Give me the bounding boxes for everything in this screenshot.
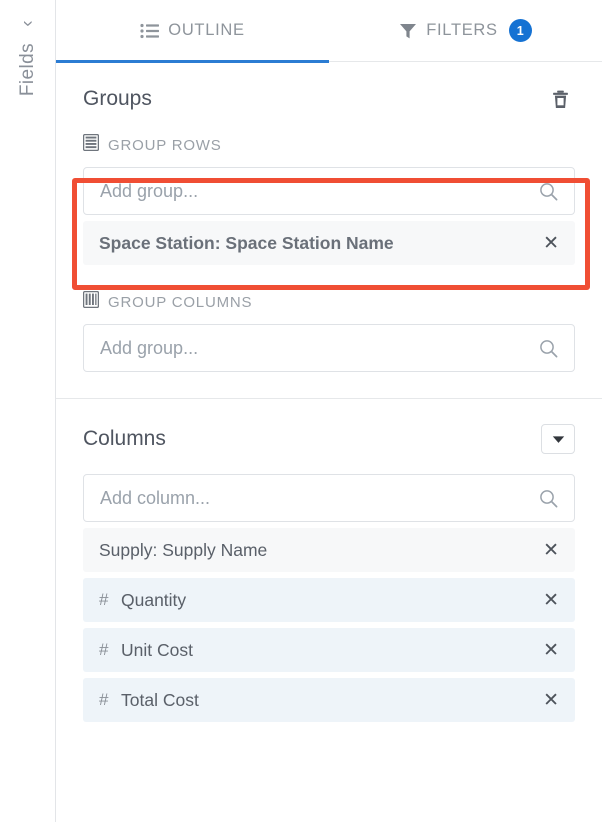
column-chip[interactable]: Supply: Supply Name ✕ bbox=[83, 528, 575, 572]
list-outline-icon bbox=[140, 23, 160, 39]
search-icon bbox=[539, 182, 558, 201]
tab-outline[interactable]: OUTLINE bbox=[56, 0, 329, 63]
group-rows-header: GROUP ROWS bbox=[82, 133, 575, 156]
groups-section: Groups GROUP ROWS Add group... Space Sta… bbox=[56, 62, 602, 398]
column-chip[interactable]: # Quantity ✕ bbox=[83, 578, 575, 622]
caret-down-icon bbox=[552, 432, 565, 447]
group-columns-add-input[interactable]: Add group... bbox=[83, 324, 575, 372]
group-columns-add-placeholder: Add group... bbox=[100, 337, 199, 358]
close-icon[interactable]: ✕ bbox=[535, 641, 559, 660]
close-icon[interactable]: ✕ bbox=[535, 591, 559, 610]
column-chip-label: Total Cost bbox=[121, 689, 199, 710]
chevron-right-icon[interactable]: › bbox=[17, 20, 38, 26]
column-chip-label: Unit Cost bbox=[121, 639, 193, 660]
group-columns-header: GROUP COLUMNS bbox=[82, 290, 575, 313]
close-icon[interactable]: ✕ bbox=[535, 234, 559, 253]
group-rows-chip[interactable]: Space Station: Space Station Name ✕ bbox=[83, 221, 575, 265]
columns-add-input[interactable]: Add column... bbox=[83, 474, 575, 522]
funnel-filter-icon bbox=[399, 22, 417, 40]
columns-icon bbox=[82, 290, 100, 313]
columns-section: Columns Add column... Supply: Supply Nam… bbox=[56, 399, 602, 722]
tab-filters-label: FILTERS bbox=[426, 21, 498, 39]
columns-menu-button[interactable] bbox=[541, 424, 575, 454]
groups-header: Groups bbox=[83, 84, 575, 114]
numeric-type-icon: # bbox=[99, 690, 109, 709]
rows-icon bbox=[82, 133, 100, 156]
columns-title: Columns bbox=[83, 427, 166, 450]
group-rows-chip-label: Space Station: Space Station Name bbox=[99, 232, 394, 253]
tab-filters[interactable]: FILTERS 1 bbox=[329, 0, 602, 62]
group-rows-add-placeholder: Add group... bbox=[100, 180, 199, 201]
groups-title: Groups bbox=[83, 87, 152, 110]
column-chip[interactable]: # Total Cost ✕ bbox=[83, 678, 575, 722]
tab-bar: OUTLINE FILTERS 1 bbox=[56, 0, 602, 63]
search-icon bbox=[539, 489, 558, 508]
group-rows-stack: Add group... Space Station: Space Statio… bbox=[83, 167, 575, 265]
columns-add-placeholder: Add column... bbox=[100, 487, 211, 508]
fields-rail-label: Fields bbox=[17, 43, 38, 97]
fields-outline-panel: › Fields OUTLINE FILTERS 1 Groups GROUP … bbox=[0, 0, 602, 822]
columns-header: Columns bbox=[83, 424, 575, 454]
column-chip-label: Supply: Supply Name bbox=[99, 539, 268, 560]
close-icon[interactable]: ✕ bbox=[535, 541, 559, 560]
panel-body: Groups GROUP ROWS Add group... Space Sta… bbox=[56, 62, 602, 822]
group-rows-add-input[interactable]: Add group... bbox=[83, 167, 575, 215]
filters-count-badge: 1 bbox=[508, 19, 532, 42]
group-columns-label: GROUP COLUMNS bbox=[108, 293, 253, 311]
panel: OUTLINE FILTERS 1 Groups GROUP ROWS Add … bbox=[56, 0, 602, 822]
numeric-type-icon: # bbox=[99, 640, 109, 659]
numeric-type-icon: # bbox=[99, 590, 109, 609]
fields-rail[interactable]: › Fields bbox=[0, 0, 56, 822]
trash-icon[interactable] bbox=[545, 84, 575, 114]
close-icon[interactable]: ✕ bbox=[535, 691, 559, 710]
column-chip[interactable]: # Unit Cost ✕ bbox=[83, 628, 575, 672]
search-icon bbox=[539, 339, 558, 358]
group-rows-label: GROUP ROWS bbox=[108, 136, 222, 154]
column-chip-label: Quantity bbox=[121, 589, 187, 610]
tab-outline-label: OUTLINE bbox=[168, 21, 245, 39]
